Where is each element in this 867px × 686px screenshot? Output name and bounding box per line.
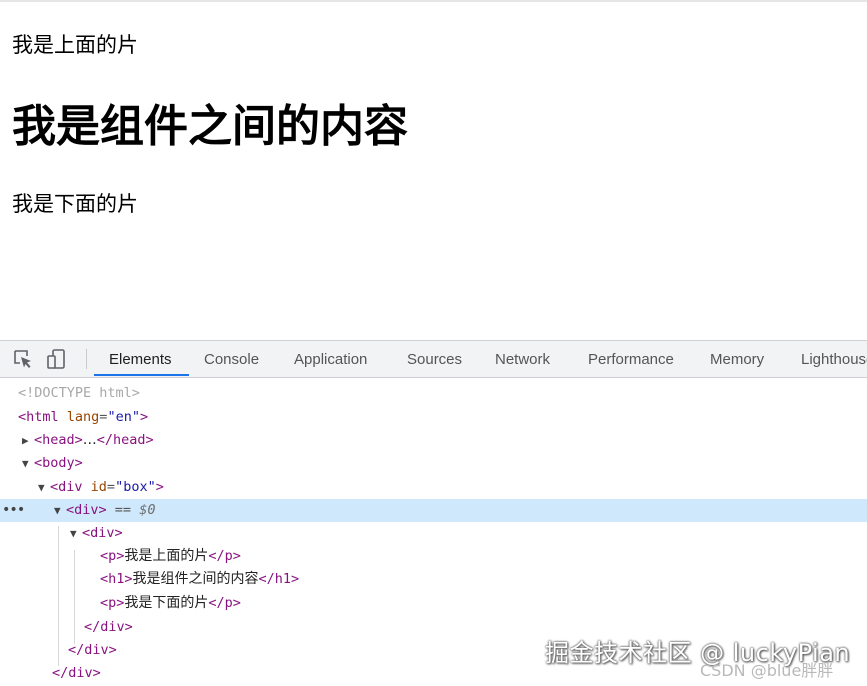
tag-gt: > <box>139 409 149 425</box>
tag-p-close: </p> <box>208 595 241 611</box>
collapsed-ellipsis: … <box>82 432 97 448</box>
selected-marker-var: $0 <box>139 502 156 518</box>
doctype-text: <!DOCTYPE html> <box>18 385 140 401</box>
preview-paragraph-top: 我是上面的片 <box>12 33 138 57</box>
collapse-arrow-icon[interactable]: ▼ <box>54 499 66 522</box>
tab-memory[interactable]: Memory <box>710 341 764 377</box>
tree-row-body[interactable]: ▼ <body> <box>0 452 867 475</box>
attr-id-value: "box" <box>115 479 156 495</box>
tree-row-p-top[interactable]: <p>我是上面的片</p> <box>0 545 867 568</box>
active-tab-indicator <box>94 374 189 376</box>
tag-p-open: <p> <box>100 548 125 564</box>
tree-row-div-inner[interactable]: ▼ <div> <box>0 522 867 545</box>
tag-gt: > <box>155 479 164 495</box>
selected-marker-eq: == <box>114 502 132 518</box>
tree-row-html[interactable]: <html lang="en"> <box>0 406 867 429</box>
csdn-watermark: CSDN @blue胖胖 <box>700 661 834 680</box>
tab-elements[interactable]: Elements <box>109 341 172 377</box>
collapse-arrow-icon[interactable]: ▼ <box>70 522 82 545</box>
p-bottom-text: 我是下面的片 <box>124 595 209 611</box>
attr-lang-value: "en" <box>107 409 140 425</box>
tree-row-div-selected[interactable]: ••• ▼ <div> == $0 <box>0 499 867 522</box>
tag-html-open: <html <box>18 409 59 425</box>
tag-h1-open: <h1> <box>100 571 133 587</box>
tab-sources[interactable]: Sources <box>407 341 462 377</box>
tag-p-open: <p> <box>100 595 125 611</box>
tab-lighthouse[interactable]: Lighthouse <box>801 341 867 377</box>
tab-console[interactable]: Console <box>204 341 259 377</box>
tree-row-div-box[interactable]: ▼ <div id="box"> <box>0 476 867 499</box>
tab-application[interactable]: Application <box>294 341 367 377</box>
tag-div-open: <div <box>50 479 83 495</box>
tab-performance[interactable]: Performance <box>588 341 674 377</box>
tag-p-close: </p> <box>208 548 241 564</box>
tag-div-open: <div> <box>66 502 107 518</box>
devtools-toolbar: Elements Console Application Sources Net… <box>0 341 867 378</box>
preview-heading: 我是组件之间的内容 <box>12 101 408 152</box>
tag-body-open: <body> <box>34 455 83 471</box>
tree-row-doctype[interactable]: <!DOCTYPE html> <box>0 382 867 405</box>
tag-head-close: </head> <box>96 432 154 448</box>
toolbar-separator <box>86 349 87 369</box>
device-toolbar-icon[interactable] <box>46 348 68 370</box>
tag-h1-close: </h1> <box>258 571 300 587</box>
expand-arrow-icon[interactable]: ▶ <box>22 429 34 452</box>
attr-lang: lang <box>66 409 100 425</box>
more-dots-icon[interactable]: ••• <box>2 499 25 522</box>
tag-div-close: </div> <box>68 642 117 658</box>
tree-row-h1[interactable]: <h1>我是组件之间的内容</h1> <box>0 568 867 591</box>
tag-head-open: <head> <box>34 432 83 448</box>
inspect-element-icon[interactable] <box>12 348 34 370</box>
p-top-text: 我是上面的片 <box>124 548 209 564</box>
collapse-arrow-icon[interactable]: ▼ <box>38 476 50 499</box>
tag-div-open: <div> <box>82 525 123 541</box>
attr-id: id <box>90 479 107 495</box>
tag-div-close: </div> <box>84 619 133 635</box>
tag-div-close: </div> <box>52 665 101 681</box>
tree-row-head[interactable]: ▶ <head>…</head> <box>0 429 867 452</box>
tab-network[interactable]: Network <box>495 341 550 377</box>
page-preview: 我是上面的片 我是组件之间的内容 我是下面的片 <box>0 2 867 340</box>
collapse-arrow-icon[interactable]: ▼ <box>22 452 34 475</box>
attr-eq: = <box>106 479 116 495</box>
preview-paragraph-bottom: 我是下面的片 <box>12 192 138 216</box>
h1-text: 我是组件之间的内容 <box>132 571 259 587</box>
tree-row-p-bottom[interactable]: <p>我是下面的片</p> <box>0 592 867 615</box>
